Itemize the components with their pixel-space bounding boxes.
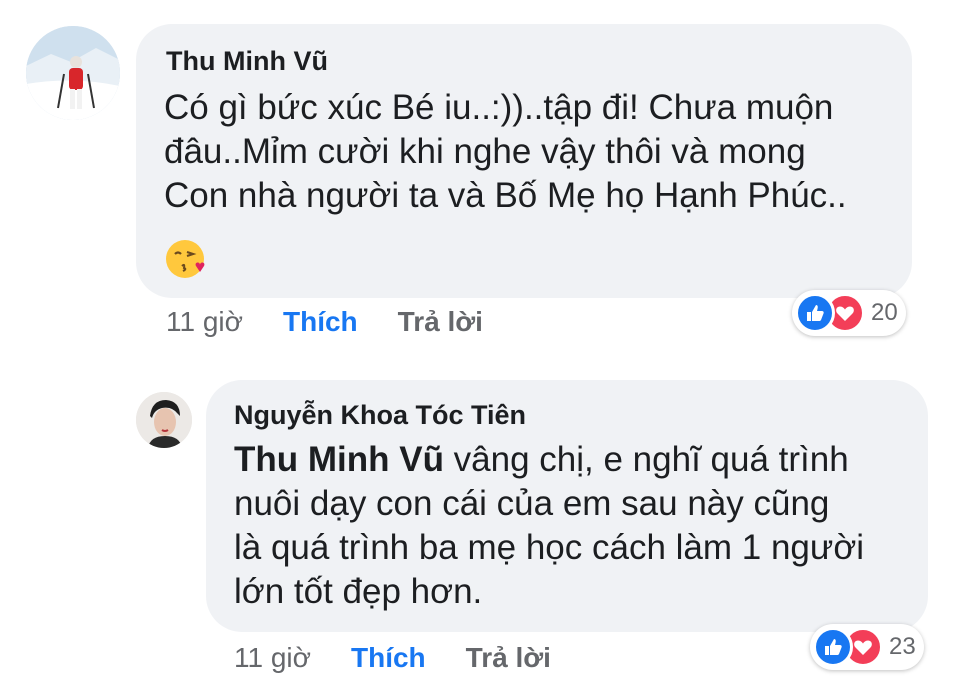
reaction-count: 23	[889, 633, 916, 660]
comment-author[interactable]: Thu Minh Vũ	[166, 46, 328, 77]
avatar[interactable]	[26, 26, 120, 120]
comment-line-text: vâng chị, e nghĩ quá trình	[443, 440, 849, 479]
comment-timestamp[interactable]: 11 giờ	[166, 306, 243, 338]
reply-nguyen-khoa-toc-tien: Nguyễn Khoa Tóc Tiên Thu Minh Vũ vâng ch…	[0, 360, 960, 694]
like-reaction-icon	[813, 627, 853, 667]
comment-text: Thu Minh Vũ vâng chị, e nghĩ quá trình n…	[234, 438, 924, 614]
comment-actions: 11 giờ Thích Trả lời	[166, 306, 483, 338]
like-button[interactable]: Thích	[283, 306, 358, 338]
comment-timestamp[interactable]: 11 giờ	[234, 642, 311, 674]
like-button[interactable]: Thích	[351, 642, 426, 674]
comment-thu-minh-vu: Thu Minh Vũ Có gì bức xúc Bé iu..:))..tậ…	[0, 0, 960, 360]
comment-line: nuôi dạy con cái của em sau này cũng	[234, 484, 830, 523]
comment-text: Có gì bức xúc Bé iu..:))..tập đi! Chưa m…	[164, 86, 904, 218]
like-reaction-icon	[795, 293, 835, 333]
face-blowing-kiss-icon	[166, 240, 205, 278]
reaction-count: 20	[871, 299, 898, 326]
comment-author[interactable]: Nguyễn Khoa Tóc Tiên	[234, 400, 526, 431]
comment-actions: 11 giờ Thích Trả lời	[234, 642, 551, 674]
comment-line: lớn tốt đẹp hơn.	[234, 572, 483, 611]
comment-line: Thu Minh Vũ vâng chị, e nghĩ quá trình	[234, 438, 924, 482]
comment-line: đâu..Mỉm cười khi nghe vậy thôi và mong	[164, 132, 806, 171]
avatar[interactable]	[136, 392, 192, 448]
skier-photo-icon	[26, 26, 120, 120]
comment-line: Con nhà người ta và Bố Mẹ họ Hạnh Phúc..	[164, 176, 847, 215]
reply-button[interactable]: Trả lời	[466, 642, 551, 674]
mention-link[interactable]: Thu Minh Vũ	[234, 440, 444, 479]
reaction-summary[interactable]: 20	[792, 290, 906, 336]
profile-photo-icon	[136, 392, 192, 448]
reply-button[interactable]: Trả lời	[398, 306, 483, 338]
reaction-summary[interactable]: 23	[810, 624, 924, 670]
comment-line: là quá trình ba mẹ học cách làm 1 người	[234, 528, 865, 567]
comment-line: Có gì bức xúc Bé iu..:))..tập đi! Chưa m…	[164, 88, 834, 127]
